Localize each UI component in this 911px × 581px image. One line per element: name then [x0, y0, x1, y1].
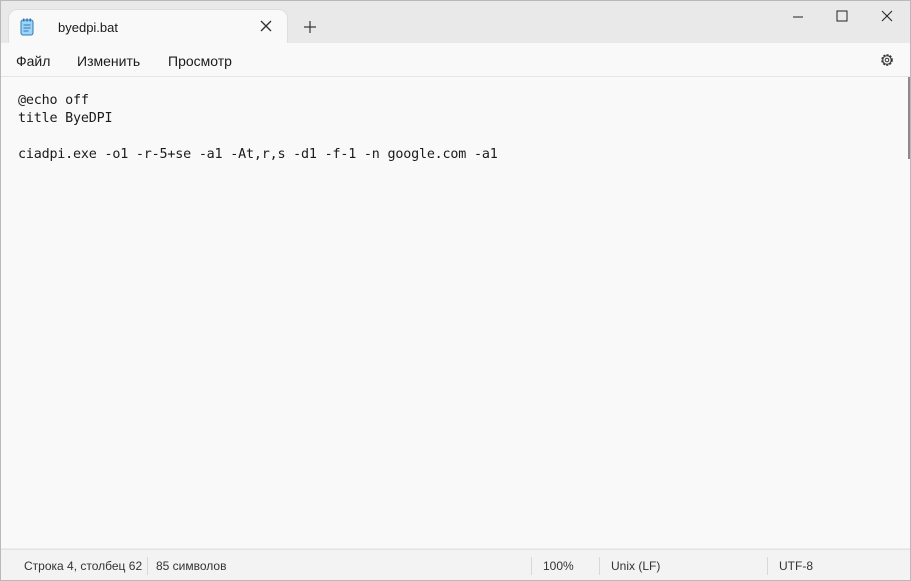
status-divider [147, 557, 148, 575]
status-bar: Строка 4, столбец 62 85 символов 100% Un… [1, 549, 910, 580]
close-icon[interactable] [872, 5, 902, 29]
minimize-icon[interactable] [783, 5, 813, 29]
new-tab-plus-icon[interactable] [299, 17, 321, 39]
tab-title: byedpi.bat [58, 20, 118, 35]
menu-edit[interactable]: Изменить [77, 53, 140, 69]
status-encoding[interactable]: UTF-8 [779, 559, 813, 573]
status-divider [767, 557, 768, 575]
tab-close-icon[interactable] [257, 17, 275, 35]
tab-byedpi[interactable]: byedpi.bat [9, 10, 287, 43]
status-char-count: 85 символов [156, 559, 227, 573]
title-bar: byedpi.bat [1, 1, 910, 43]
maximize-icon[interactable] [827, 5, 857, 29]
status-divider [531, 557, 532, 575]
editor-line: title ByeDPI [18, 111, 113, 126]
status-divider [599, 557, 600, 575]
vertical-scrollbar[interactable] [908, 77, 910, 159]
menu-view[interactable]: Просмотр [168, 53, 232, 69]
menu-file[interactable]: Файл [16, 53, 50, 69]
status-cursor-position: Строка 4, столбец 62 [24, 559, 143, 573]
status-line-endings[interactable]: Unix (LF) [611, 559, 660, 573]
menu-bar: Файл Изменить Просмотр [1, 43, 910, 77]
notepad-icon [20, 18, 34, 36]
gear-icon[interactable] [878, 51, 896, 69]
editor-line: ciadpi.exe -o1 -r-5+se -a1 -At,r,s -d1 -… [18, 147, 498, 162]
notepad-window: byedpi.bat Файл Изменить Просмотр @echo … [0, 0, 911, 581]
editor-line: @echo off [18, 93, 89, 108]
status-zoom[interactable]: 100% [543, 559, 574, 573]
text-editor[interactable]: @echo off title ByeDPI ciadpi.exe -o1 -r… [1, 77, 910, 548]
